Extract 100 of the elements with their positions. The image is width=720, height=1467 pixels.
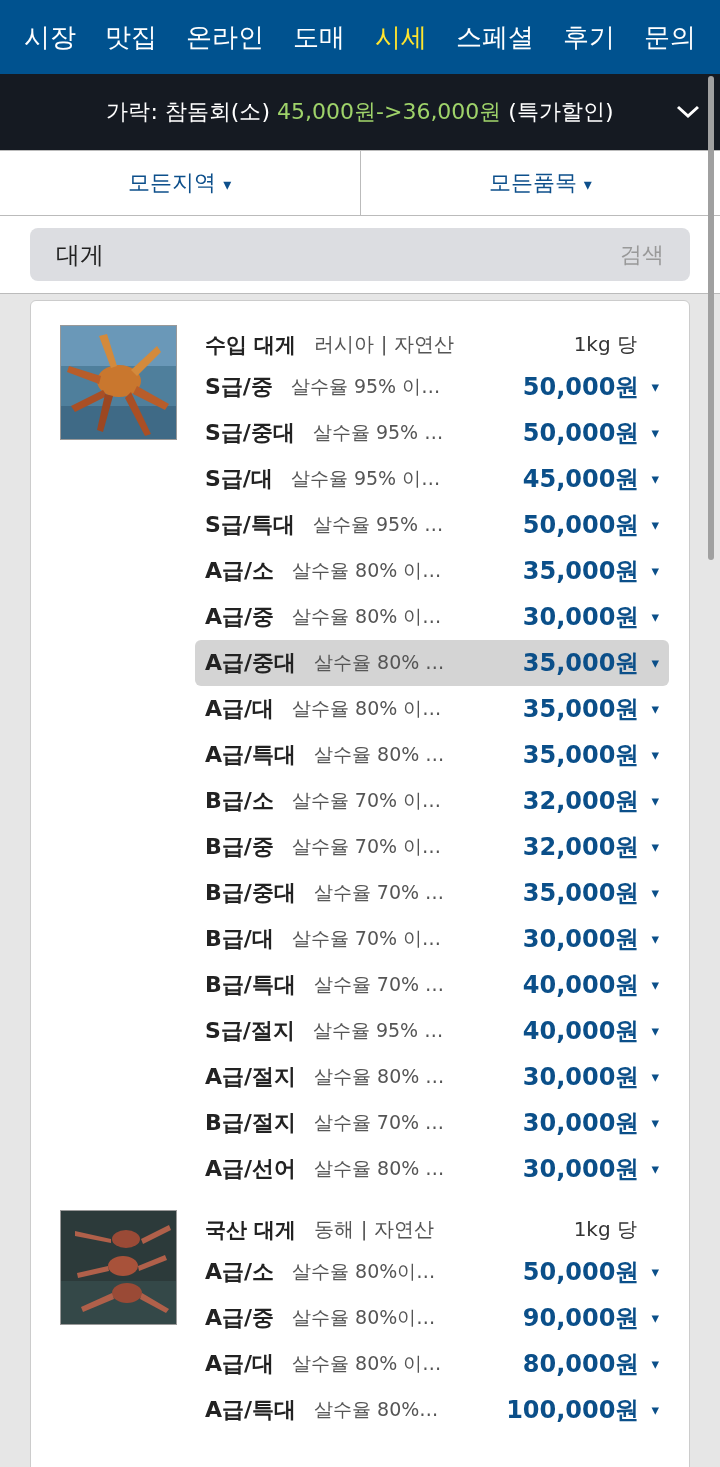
- caret-icon: ▾: [651, 1263, 659, 1281]
- price-row[interactable]: A급/중 살수율 80%이… 90,000원 ▾: [195, 1295, 669, 1341]
- product-title: 수입 대게: [205, 331, 297, 359]
- price-text: 35,000원: [522, 556, 640, 587]
- price-text: 80,000원: [522, 1349, 640, 1380]
- grade-label: S급/대: [205, 465, 273, 493]
- price-row[interactable]: A급/특대 살수율 80%… 100,000원 ▾: [195, 1387, 669, 1433]
- product-origin: 러시아 | 자연산: [314, 331, 454, 358]
- grade-label: A급/절지: [205, 1063, 297, 1091]
- grade-label: A급/대: [205, 1350, 275, 1378]
- price-row[interactable]: A급/대 살수율 80% 이… 35,000원 ▾: [195, 686, 669, 732]
- price-row[interactable]: B급/소 살수율 70% 이… 32,000원 ▾: [195, 778, 669, 824]
- grade-label: B급/중대: [205, 879, 296, 907]
- price-row[interactable]: B급/대 살수율 70% 이… 30,000원 ▾: [195, 916, 669, 962]
- nav-tab[interactable]: 문의: [644, 19, 696, 55]
- yield-text: 살수율 80% 이…: [292, 604, 442, 629]
- scrollbar-thumb[interactable]: [708, 76, 714, 560]
- price-text: 50,000원: [522, 418, 640, 449]
- price-row[interactable]: S급/대 살수율 95% 이… 45,000원 ▾: [195, 456, 669, 502]
- caret-icon: ▾: [651, 930, 659, 948]
- yield-text: 살수율 80% …: [314, 650, 445, 675]
- yield-text: 살수율 95% …: [312, 1018, 444, 1043]
- caret-icon: ▾: [651, 884, 659, 902]
- price-row[interactable]: A급/중대 살수율 80% … 35,000원 ▾: [195, 640, 669, 686]
- grade-label: A급/중: [205, 603, 275, 631]
- price-row[interactable]: A급/소 살수율 80%이… 50,000원 ▾: [195, 1249, 669, 1295]
- grade-label: A급/중: [205, 1304, 275, 1332]
- yield-text: 살수율 70% 이…: [291, 788, 442, 813]
- price-row[interactable]: A급/중 살수율 80% 이… 30,000원 ▾: [195, 594, 669, 640]
- yield-text: 살수율 80% …: [314, 1156, 445, 1181]
- grade-label: S급/중대: [205, 419, 295, 447]
- grade-label: B급/대: [205, 925, 274, 953]
- caret-icon: ▾: [651, 424, 659, 442]
- price-row[interactable]: A급/절지 살수율 80% … 30,000원 ▾: [195, 1054, 669, 1100]
- price-text: 32,000원: [522, 832, 640, 863]
- yield-text: 살수율 95% …: [312, 512, 444, 537]
- price-row[interactable]: A급/특대 살수율 80% … 35,000원 ▾: [195, 732, 669, 778]
- caret-icon: ▾: [651, 562, 659, 580]
- yield-text: 살수율 80%이…: [292, 1259, 436, 1284]
- price-row[interactable]: S급/중 살수율 95% 이… 50,000원 ▾: [195, 364, 669, 410]
- nav-tab[interactable]: 스페셜: [455, 19, 534, 55]
- caret-icon: ▾: [651, 1068, 659, 1086]
- caret-icon: ▾: [651, 1355, 659, 1373]
- price-text: 45,000원: [522, 464, 640, 495]
- product-title: 국산 대게: [205, 1216, 297, 1244]
- price-row[interactable]: A급/소 살수율 80% 이… 35,000원 ▾: [195, 548, 669, 594]
- nav-tab[interactable]: 시세: [374, 19, 427, 55]
- caret-icon: ▾: [651, 976, 659, 994]
- grade-label: A급/선어: [205, 1155, 297, 1183]
- price-row[interactable]: B급/중 살수율 70% 이… 32,000원 ▾: [195, 824, 669, 870]
- price-row[interactable]: S급/중대 살수율 95% … 50,000원 ▾: [195, 410, 669, 456]
- nav-tab[interactable]: 도매: [293, 19, 346, 55]
- yield-text: 살수율 70% …: [313, 880, 445, 905]
- caret-icon: ▾: [651, 838, 659, 856]
- price-row[interactable]: S급/특대 살수율 95% … 50,000원 ▾: [195, 502, 669, 548]
- grade-label: B급/소: [205, 787, 274, 815]
- price-row[interactable]: A급/선어 살수율 80% … 30,000원 ▾: [195, 1146, 669, 1192]
- price-row[interactable]: B급/절지 살수율 70% … 30,000원 ▾: [195, 1100, 669, 1146]
- price-row[interactable]: S급/절지 살수율 95% … 40,000원 ▾: [195, 1008, 669, 1054]
- caret-icon: ▾: [651, 654, 659, 672]
- price-text: 50,000원: [522, 1257, 640, 1288]
- price-text: 35,000원: [522, 694, 640, 725]
- price-row[interactable]: A급/대 살수율 80% 이… 80,000원 ▾: [195, 1341, 669, 1387]
- caret-icon: ▾: [651, 1309, 659, 1327]
- search-field[interactable]: 대게 검색: [30, 228, 690, 281]
- caret-icon: ▾: [651, 470, 659, 488]
- yield-text: 살수율 80% 이…: [292, 696, 442, 721]
- caret-icon: ▾: [651, 700, 659, 718]
- nav-tab[interactable]: 후기: [562, 19, 615, 55]
- price-row[interactable]: B급/중대 살수율 70% … 35,000원 ▾: [195, 870, 669, 916]
- price-text: 32,000원: [522, 786, 640, 817]
- price-row[interactable]: B급/특대 살수율 70% … 40,000원 ▾: [195, 962, 669, 1008]
- nav-tab[interactable]: 온라인: [186, 19, 265, 55]
- nav-tab[interactable]: 맛집: [105, 19, 158, 55]
- grade-label: A급/소: [205, 1258, 275, 1286]
- grade-label: A급/중대: [205, 649, 297, 677]
- caret-icon: ▾: [651, 1022, 659, 1040]
- price-text: 40,000원: [522, 970, 640, 1001]
- price-text: 30,000원: [522, 1108, 640, 1139]
- price-text: 35,000원: [522, 878, 640, 909]
- yield-text: 살수율 70% …: [313, 972, 445, 997]
- price-text: 30,000원: [522, 602, 640, 633]
- chevron-down-icon[interactable]: [676, 105, 700, 119]
- caret-icon: ▾: [651, 746, 659, 764]
- caret-icon: ▾: [651, 608, 659, 626]
- caret-icon: ▾: [651, 516, 659, 534]
- grade-label: A급/소: [205, 557, 275, 585]
- grade-label: S급/특대: [205, 511, 295, 539]
- grade-label: S급/중: [205, 373, 273, 401]
- yield-text: 살수율 80% 이…: [292, 558, 442, 583]
- price-text: 35,000원: [522, 648, 640, 679]
- yield-text: 살수율 80% …: [314, 742, 445, 767]
- nav-tab[interactable]: 시장: [24, 19, 76, 55]
- price-text: 100,000원: [506, 1395, 640, 1426]
- grade-label: A급/대: [205, 695, 275, 723]
- grade-label: A급/특대: [205, 1396, 297, 1424]
- yield-text: 살수율 95% …: [312, 420, 444, 445]
- grade-label: S급/절지: [205, 1017, 295, 1045]
- price-text: 50,000원: [522, 510, 640, 541]
- yield-text: 살수율 80%…: [314, 1397, 439, 1422]
